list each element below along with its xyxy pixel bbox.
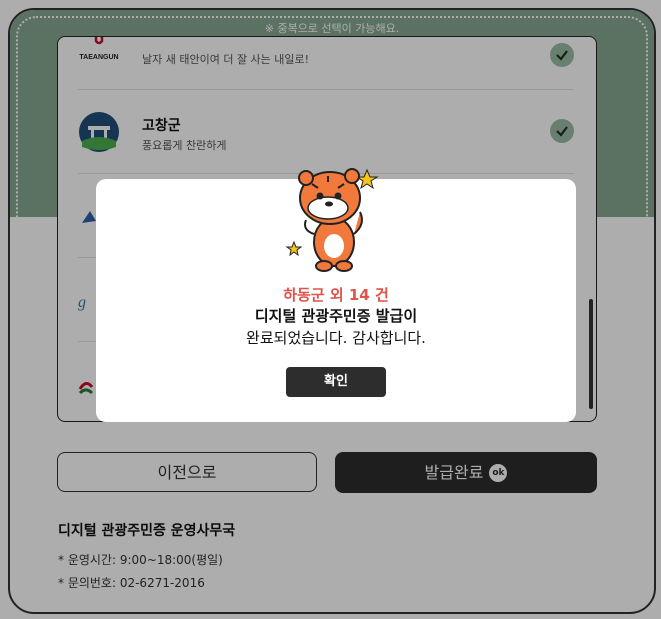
modal-message: 완료되었습니다. 감사합니다. xyxy=(246,329,426,347)
modal-title: 디지털 관광주민증 발급이 xyxy=(254,307,418,325)
tiger-mascot-icon xyxy=(282,164,382,274)
modal-count-text: 하동군 외 14 건 xyxy=(283,286,389,304)
confirm-button[interactable]: 확인 xyxy=(286,367,386,397)
